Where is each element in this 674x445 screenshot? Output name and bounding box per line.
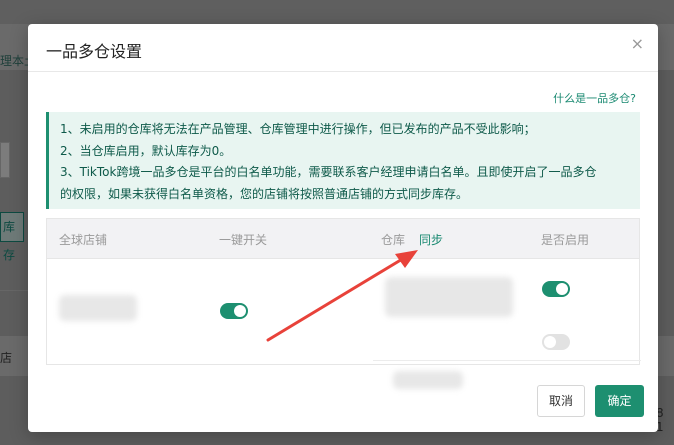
warehouse-row-divider [373,360,641,361]
cancel-button[interactable]: 取消 [537,385,585,417]
table-row [47,259,641,389]
multi-warehouse-settings-dialog: 一品多仓设置 × 什么是一品多仓? 1、未启用的仓库将无法在产品管理、仓库管理中… [28,24,658,432]
warehouse-enable-toggle[interactable] [542,334,570,350]
notice-line-1: 1、未启用的仓库将无法在产品管理、仓库管理中进行操作，但已发布的产品不受此影响； [60,122,536,136]
header-warehouse: 仓库 [381,233,406,247]
dialog-header: 一品多仓设置 × [28,24,658,72]
header-one-key-switch: 一键开关 [219,233,268,247]
what-is-multi-warehouse-link[interactable]: 什么是一品多仓? [553,90,636,106]
warehouse-name-redacted [393,371,463,389]
warehouse-table: 全球店铺 一键开关 仓库 同步 是否启用 [46,218,641,389]
toggle-knob [544,336,556,348]
background-pagination-text: 8 1 [656,406,664,434]
notice-line-2: 2、当仓库启用，默认库存为0。 [60,143,232,158]
notice-line-4: 的权限，如果未获得白名单资格，您的店铺将按照普通店铺的方式同步库存。 [60,186,469,201]
header-global-store: 全球店铺 [59,233,108,247]
background-input-fragment [0,142,10,178]
header-enabled: 是否启用 [541,233,590,247]
confirm-button[interactable]: 确定 [595,385,644,417]
toggle-knob [556,283,568,295]
warehouse-name-redacted [385,277,513,317]
background-row-text: 店 [0,351,13,365]
close-icon[interactable]: × [631,34,644,53]
header-sync: 同步 [419,233,444,247]
dialog-title: 一品多仓设置 [46,42,143,61]
toggle-knob [234,305,246,317]
notice-box: 1、未启用的仓库将无法在产品管理、仓库管理中进行操作，但已发布的产品不受此影响；… [46,112,640,209]
background-button-fragment: 库存 [0,212,24,262]
one-key-switch-toggle[interactable] [220,303,248,319]
background-divider [0,290,28,291]
table-header: 全球店铺 一键开关 仓库 同步 是否启用 [47,219,639,259]
notice-line-3: 3、TikTok跨境一品多仓是平台的白名单功能，需要联系客户经理申请白名单。且即… [60,165,597,179]
background-topbar [0,0,674,24]
warehouse-enable-toggle[interactable] [542,281,570,297]
store-name-redacted [59,295,137,321]
